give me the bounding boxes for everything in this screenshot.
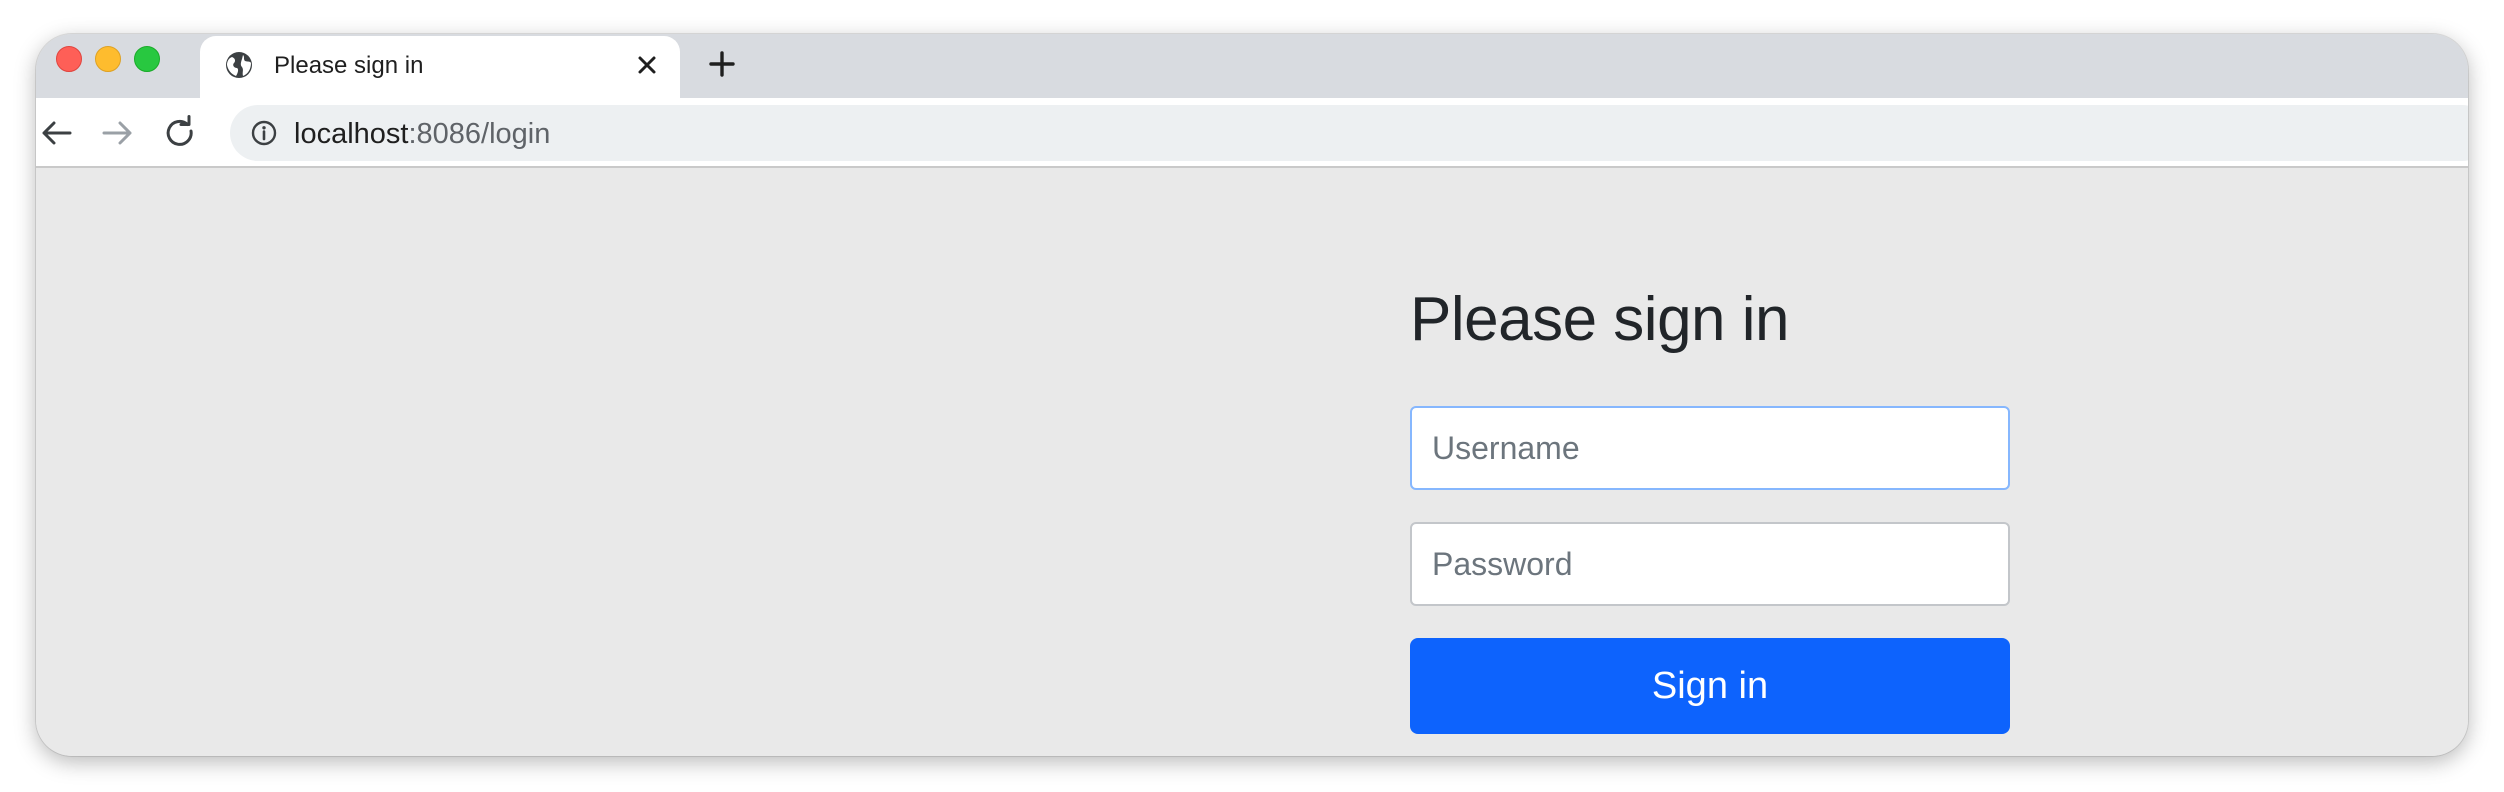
browser-tab[interactable]: Please sign in (200, 36, 680, 98)
new-tab-icon[interactable] (706, 48, 738, 80)
page-title: Please sign in (1410, 285, 1790, 354)
page-content: Please sign in Sign in (36, 170, 2468, 756)
address-bar[interactable]: localhost:8086/login (230, 105, 2468, 161)
globe-icon (224, 50, 254, 80)
url-path: :8086/login (408, 118, 551, 150)
close-window-button[interactable] (56, 46, 82, 72)
back-arrow-icon[interactable] (36, 113, 76, 153)
maximize-window-button[interactable] (134, 46, 160, 72)
title-bar: Please sign in (36, 34, 2468, 98)
reload-icon[interactable] (160, 113, 200, 153)
forward-arrow-icon[interactable] (98, 113, 138, 153)
browser-window: Please sign in localhost:8086/login Plea… (36, 34, 2468, 756)
sign-in-button[interactable]: Sign in (1410, 638, 2010, 734)
browser-toolbar: localhost:8086/login (36, 98, 2468, 168)
url-host: localhost (294, 118, 409, 150)
close-tab-icon[interactable] (634, 52, 660, 78)
password-input[interactable] (1410, 522, 2010, 606)
info-icon[interactable] (250, 119, 278, 147)
tab-title: Please sign in (274, 52, 424, 79)
url-text: localhost:8086/login (294, 118, 550, 151)
minimize-window-button[interactable] (95, 46, 121, 72)
username-input[interactable] (1410, 406, 2010, 490)
